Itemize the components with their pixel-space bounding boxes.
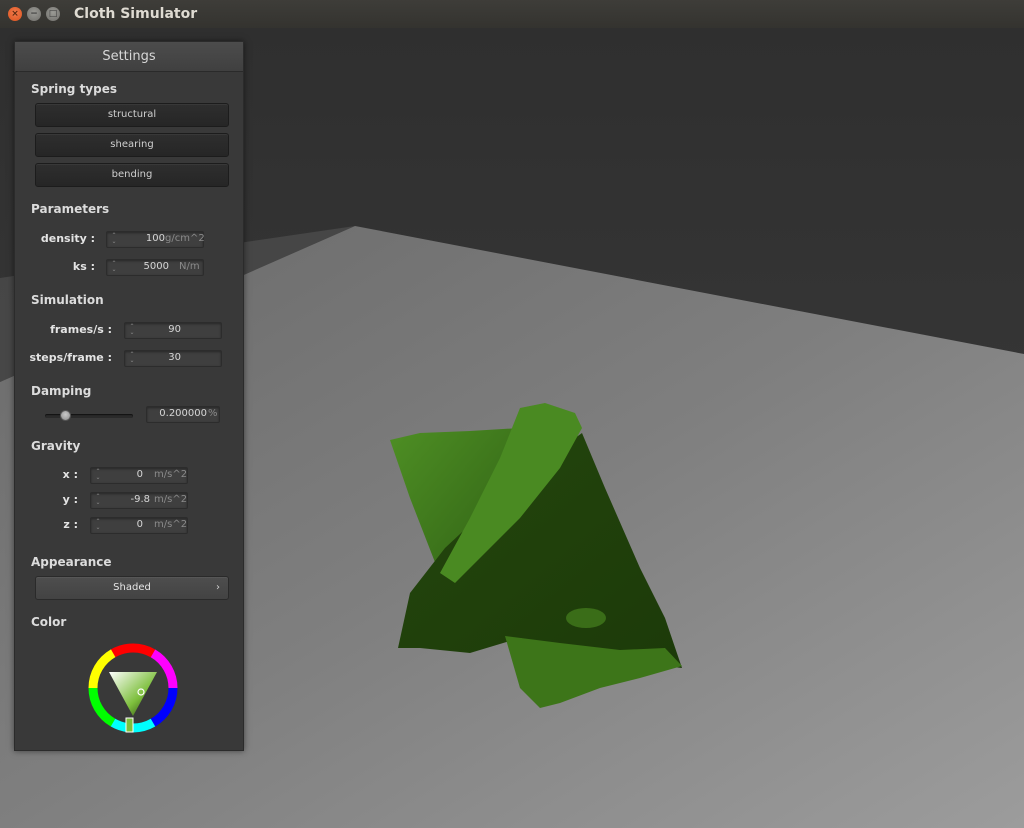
damping-field[interactable]: 0.200000 % (146, 406, 220, 423)
density-label: density : (40, 232, 95, 245)
spinner-icon[interactable]: ⌃ ⌄ (94, 469, 102, 482)
appearance-label: Appearance (31, 555, 112, 569)
gravity-y-unit: m/s^2 (154, 494, 188, 505)
damping-slider[interactable] (45, 410, 133, 421)
gravity-x-value: 0 (136, 469, 143, 480)
gravity-x-label: x : (62, 468, 78, 481)
gravity-z-label: z : (63, 518, 78, 531)
frames-per-s-value: 90 (168, 324, 181, 335)
damping-label: Damping (31, 384, 92, 398)
gravity-y-label: y : (62, 493, 78, 506)
spinner-icon[interactable]: ⌃ ⌄ (128, 352, 136, 365)
appearance-dropdown[interactable]: Shaded › (35, 576, 229, 600)
saturation-triangle[interactable] (109, 672, 157, 716)
hue-marker[interactable] (125, 717, 134, 733)
frames-per-s-label: frames/s : (50, 323, 112, 336)
minimize-icon[interactable]: − (27, 7, 41, 21)
ks-field[interactable]: ⌃ ⌄ 5000 N/m (106, 259, 204, 276)
steps-per-frame-field[interactable]: ⌃ ⌄ 30 (124, 350, 222, 367)
bending-button[interactable]: bending (35, 163, 229, 187)
settings-panel: Settings Spring types structural shearin… (14, 41, 244, 751)
damping-slider-knob[interactable] (60, 410, 72, 421)
color-label: Color (31, 615, 67, 629)
shearing-button[interactable]: shearing (35, 133, 229, 157)
gravity-label: Gravity (31, 439, 81, 453)
gravity-x-unit: m/s^2 (154, 469, 188, 480)
simulation-label: Simulation (31, 293, 104, 307)
title-bar: × − □ Cloth Simulator (0, 0, 1024, 28)
frames-per-s-field[interactable]: ⌃ ⌄ 90 (124, 322, 222, 339)
damping-unit: % (208, 408, 218, 419)
density-unit: g/cm^2 (165, 233, 205, 244)
spinner-icon[interactable]: ⌃ ⌄ (110, 233, 118, 246)
steps-per-frame-label: steps/frame : (29, 351, 113, 364)
ks-label: ks : (72, 260, 95, 273)
chevron-right-icon: › (216, 582, 220, 593)
ks-unit: N/m (179, 261, 200, 272)
parameters-label: Parameters (31, 202, 110, 216)
spinner-icon[interactable]: ⌃ ⌄ (110, 261, 118, 274)
cloth-highlight (566, 608, 606, 628)
spinner-icon[interactable]: ⌃ ⌄ (94, 519, 102, 532)
spring-types-label: Spring types (31, 82, 118, 96)
maximize-icon[interactable]: □ (46, 7, 60, 21)
window-title: Cloth Simulator (74, 6, 198, 22)
damping-value: 0.200000 (159, 408, 207, 419)
close-icon[interactable]: × (8, 7, 22, 21)
gravity-x-field[interactable]: ⌃ ⌄ 0 m/s^2 (90, 467, 188, 484)
gravity-z-field[interactable]: ⌃ ⌄ 0 m/s^2 (90, 517, 188, 534)
gravity-z-unit: m/s^2 (154, 519, 188, 530)
steps-per-frame-value: 30 (168, 352, 181, 363)
settings-header: Settings (15, 42, 243, 72)
appearance-selected: Shaded (113, 582, 151, 593)
structural-button[interactable]: structural (35, 103, 229, 127)
ks-value: 5000 (143, 261, 169, 272)
gravity-z-value: 0 (136, 519, 143, 530)
color-wheel[interactable] (87, 642, 179, 734)
gravity-y-field[interactable]: ⌃ ⌄ -9.8 m/s^2 (90, 492, 188, 509)
spinner-icon[interactable]: ⌃ ⌄ (128, 324, 136, 337)
gravity-y-value: -9.8 (130, 494, 150, 505)
density-field[interactable]: ⌃ ⌄ 100 g/cm^2 (106, 231, 205, 248)
spinner-icon[interactable]: ⌃ ⌄ (94, 494, 102, 507)
density-value: 100 (145, 233, 165, 244)
